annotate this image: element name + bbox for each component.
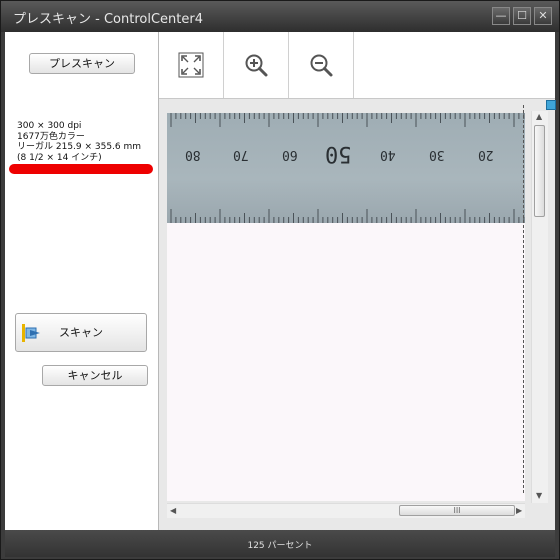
crop-boundary[interactable] (523, 105, 524, 493)
vertical-scrollbar[interactable]: ▲ ▼ (531, 111, 548, 503)
scan-icon (20, 322, 42, 359)
preview-area: 80 70 60 50 40 30 20 ▲ ▼ ◀ III ▶ (159, 99, 556, 530)
vertical-scroll-thumb[interactable] (534, 125, 545, 217)
ruler-ticks (170, 113, 525, 223)
minimize-icon: — (495, 9, 507, 22)
paper-size-text: リーガル 215.9 × 355.6 mm (17, 142, 142, 152)
red-highlight-mark (9, 164, 153, 174)
minimize-button[interactable]: — (492, 7, 510, 25)
scan-button[interactable]: スキャン (15, 313, 147, 352)
crop-handle[interactable] (546, 100, 556, 110)
resolution-text: 300 × 300 dpi (17, 121, 82, 131)
zoom-out-icon (310, 54, 333, 77)
maximize-icon: ☐ (517, 9, 527, 22)
prescan-button[interactable]: プレスキャン (29, 53, 135, 74)
fit-to-window-icon (178, 52, 204, 78)
ruler-label: 50 (325, 141, 352, 166)
close-icon: ✕ (538, 9, 548, 22)
scan-button-label: スキャン (59, 326, 103, 339)
color-mode-text: 1677万色カラー (17, 131, 85, 142)
scroll-right-icon[interactable]: ▶ (516, 506, 522, 515)
preview-toolbar (159, 32, 555, 99)
status-bar: 125 パーセント (5, 530, 555, 557)
ruler-image: 80 70 60 50 40 30 20 (167, 113, 525, 223)
paper-size-inch-text: (8 1/2 × 14 インチ) (17, 152, 102, 163)
close-button[interactable]: ✕ (534, 7, 552, 25)
fit-to-window-button[interactable] (159, 32, 224, 98)
zoom-in-button[interactable] (224, 32, 289, 98)
horizontal-scroll-thumb[interactable]: III (399, 505, 515, 516)
zoom-in-icon (245, 54, 268, 77)
maximize-button[interactable]: ☐ (513, 7, 531, 25)
scroll-up-icon[interactable]: ▲ (536, 112, 542, 121)
zoom-level-text: 125 パーセント (247, 541, 313, 551)
ruler-label: 40 (380, 147, 396, 162)
cancel-button[interactable]: キャンセル (42, 365, 148, 386)
scroll-left-icon[interactable]: ◀ (170, 506, 176, 515)
title-bar[interactable]: プレスキャン - ControlCenter4 — ☐ ✕ (1, 1, 559, 32)
ruler-label: 70 (233, 147, 249, 162)
window-title: プレスキャン - ControlCenter4 (13, 12, 203, 27)
client-area: プレスキャン 300 × 300 dpi 1677万色カラー リーガル 215.… (5, 32, 556, 530)
scan-preview-image[interactable]: 80 70 60 50 40 30 20 (167, 113, 525, 501)
horizontal-scrollbar[interactable]: ◀ III ▶ (167, 503, 525, 518)
scroll-down-icon[interactable]: ▼ (536, 491, 542, 500)
ruler-label: 60 (282, 147, 298, 162)
ruler-label: 80 (185, 147, 201, 162)
ruler-label: 30 (429, 147, 445, 162)
ruler-label: 20 (478, 147, 494, 162)
scan-info: 300 × 300 dpi 1677万色カラー リーガル 215.9 × 355… (17, 121, 141, 163)
app-window: プレスキャン - ControlCenter4 — ☐ ✕ プレスキャン 300… (0, 0, 560, 560)
zoom-out-button[interactable] (289, 32, 354, 98)
left-panel: プレスキャン 300 × 300 dpi 1677万色カラー リーガル 215.… (5, 32, 159, 530)
